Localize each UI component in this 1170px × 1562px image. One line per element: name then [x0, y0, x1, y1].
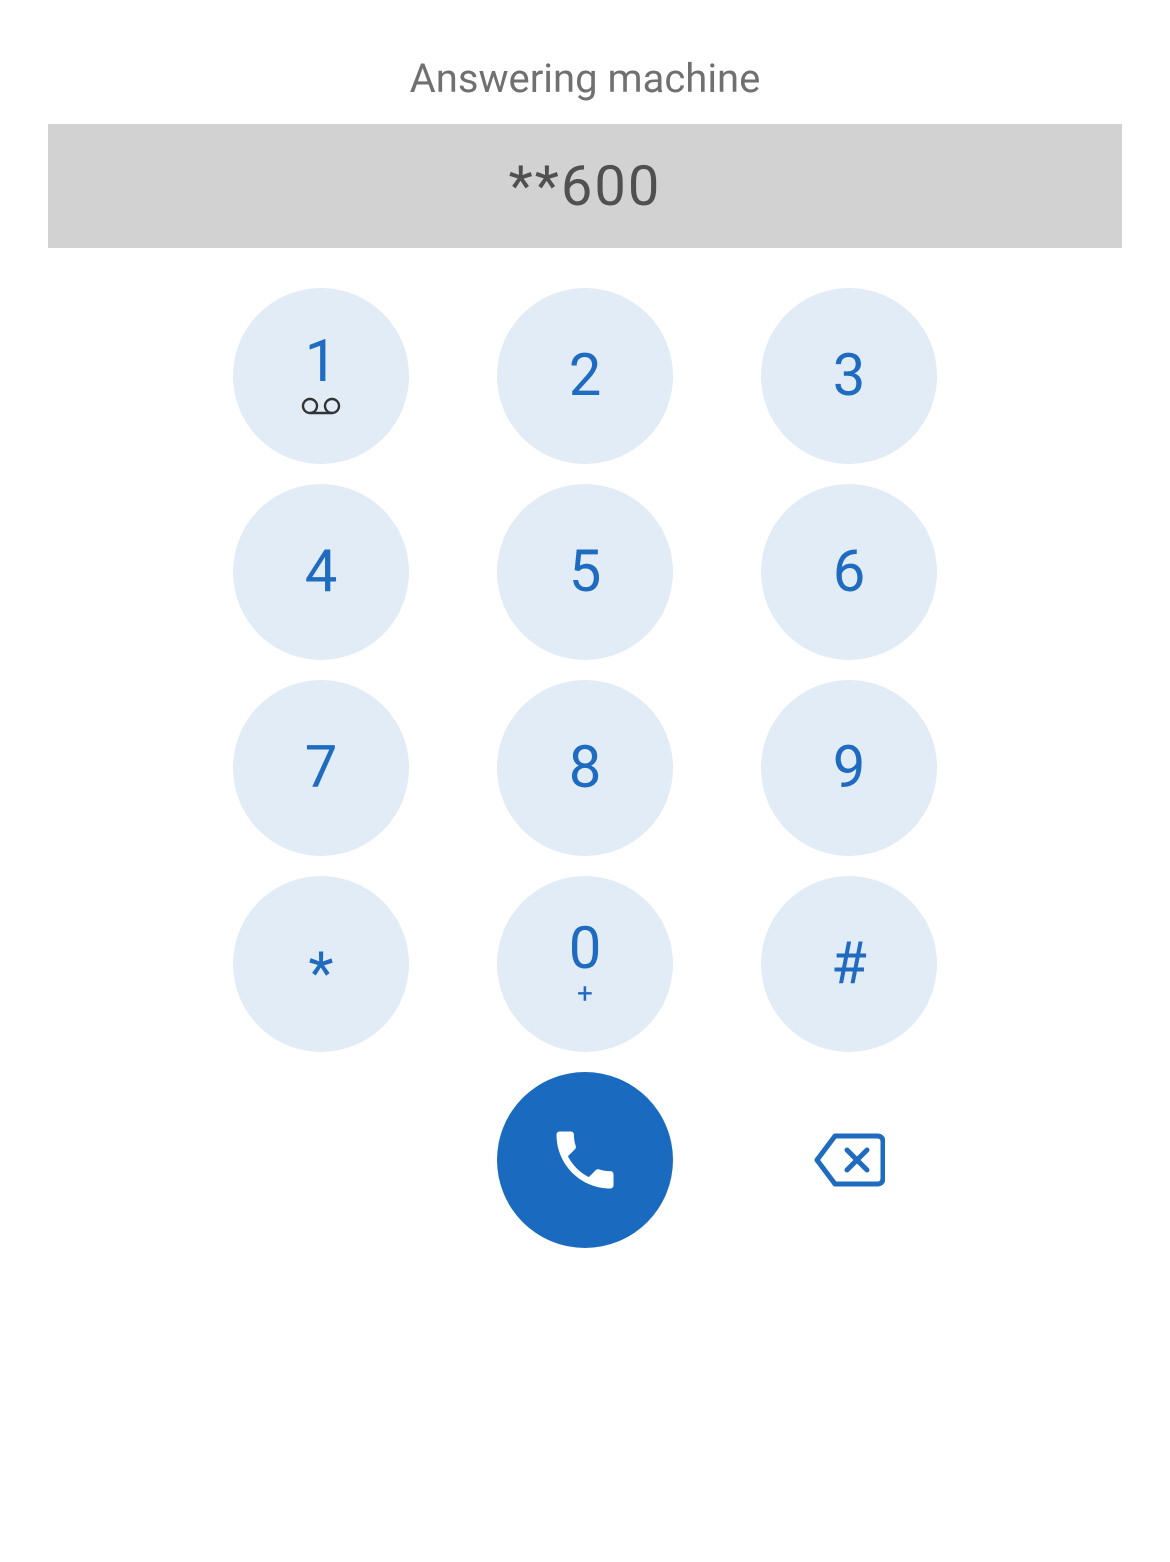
key-3[interactable]: 3 — [761, 288, 937, 464]
dialed-number: **600 — [509, 153, 662, 219]
key-0-sublabel: + — [577, 980, 593, 1008]
key-9-label: 9 — [833, 739, 866, 797]
key-2[interactable]: 2 — [497, 288, 673, 464]
backspace-button[interactable] — [761, 1072, 937, 1248]
key-0-label: 0 — [569, 920, 602, 978]
phone-icon — [547, 1122, 623, 1198]
number-display: **600 — [48, 124, 1122, 248]
backspace-icon — [813, 1132, 885, 1188]
key-4-label: 4 — [305, 543, 338, 601]
key-star-label: * — [309, 945, 334, 1003]
key-star[interactable]: * — [233, 876, 409, 1052]
key-6[interactable]: 6 — [761, 484, 937, 660]
action-row — [0, 1072, 1170, 1248]
key-8[interactable]: 8 — [497, 680, 673, 856]
action-spacer — [233, 1072, 409, 1248]
key-1-label: 1 — [305, 333, 338, 391]
key-6-label: 6 — [833, 543, 866, 601]
key-4[interactable]: 4 — [233, 484, 409, 660]
key-1[interactable]: 1 — [233, 288, 409, 464]
call-button[interactable] — [497, 1072, 673, 1248]
keypad: 1 2 3 4 5 6 7 8 — [0, 288, 1170, 1052]
key-7-label: 7 — [305, 739, 338, 797]
key-5-label: 5 — [569, 543, 602, 601]
voicemail-icon — [301, 397, 341, 419]
key-8-label: 8 — [569, 739, 602, 797]
key-hash[interactable]: # — [761, 876, 937, 1052]
key-7[interactable]: 7 — [233, 680, 409, 856]
key-9[interactable]: 9 — [761, 680, 937, 856]
key-3-label: 3 — [833, 347, 866, 405]
key-2-label: 2 — [569, 347, 602, 405]
key-hash-label: # — [831, 935, 867, 993]
key-0[interactable]: 0 + — [497, 876, 673, 1052]
page-title: Answering machine — [0, 55, 1170, 102]
key-5[interactable]: 5 — [497, 484, 673, 660]
dialer-screen: Answering machine **600 1 2 3 4 5 — [0, 0, 1170, 1562]
